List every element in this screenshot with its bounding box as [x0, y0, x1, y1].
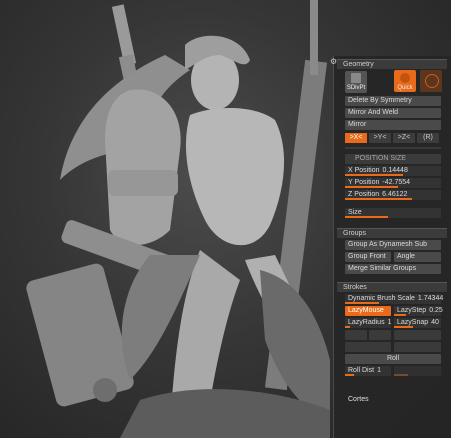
x-position-fill [345, 174, 403, 176]
disabled-roll-fill [394, 374, 409, 376]
lazyradius-fill [345, 326, 350, 328]
sphere-icon [425, 74, 439, 88]
lazysnap-fill [394, 326, 413, 328]
disabled-stroke-button-4 [345, 342, 391, 352]
lazyradius-label: LazyRadius [348, 319, 385, 326]
lazystep-fill [394, 314, 406, 316]
geometry-section-header[interactable]: Geometry [337, 59, 447, 69]
dynamic-brush-scale-value: 1.74344 [417, 295, 444, 302]
size-slider[interactable]: Size [345, 208, 441, 218]
roll-dist-label: Roll Dist [348, 367, 375, 374]
lazysnap-label: LazySnap [397, 319, 429, 326]
cortes-menu[interactable]: Cortes [348, 396, 369, 403]
roll-button[interactable]: Roll [345, 354, 441, 364]
lazyradius-value: 1 [387, 319, 392, 326]
disabled-stroke-button-5 [394, 342, 441, 352]
y-position-fill [345, 186, 398, 188]
disabled-stroke-button-1 [345, 330, 367, 340]
roll-dist-fill [345, 374, 355, 376]
sdiv-label: SDivPt [346, 85, 366, 91]
x-position-value: 0.14448 [382, 167, 408, 174]
roll-dist-slider[interactable]: Roll Dist 1 [345, 366, 391, 376]
quick-label: Quick [397, 85, 413, 91]
divider [345, 147, 441, 149]
y-position-value: -42.7554 [382, 179, 411, 186]
mirror-button[interactable]: Mirror [345, 120, 441, 130]
z-position-label: Z Position [348, 191, 380, 198]
axis-y-toggle[interactable]: >Y< [369, 133, 391, 143]
roll-dist-value: 1 [377, 367, 381, 374]
lazysnap-slider[interactable]: LazySnap 40 [394, 318, 441, 328]
y-position-label: Y Position [348, 179, 380, 186]
group-front-button[interactable]: Group Front [345, 252, 391, 262]
quick-sphere-icon [400, 73, 410, 83]
lazysnap-value: 40 [431, 319, 439, 326]
lazystep-label: LazyStep [397, 307, 427, 314]
x-position-label: X Position [348, 167, 380, 174]
axis-r-toggle[interactable]: (R) [417, 133, 439, 143]
y-position-slider[interactable]: Y Position -42.7554 [345, 178, 441, 188]
axis-x-toggle[interactable]: >X< [345, 133, 367, 143]
size-label: Size [348, 209, 362, 216]
groups-section-header[interactable]: Groups [337, 228, 447, 238]
z-position-slider[interactable]: Z Position 6.46122 [345, 190, 441, 200]
disabled-stroke-button-2 [369, 330, 391, 340]
dynamic-brush-scale-fill [345, 302, 379, 304]
axis-z-toggle[interactable]: >Z< [393, 133, 415, 143]
sdiv-icon [351, 73, 361, 83]
disabled-roll-slider [394, 366, 441, 376]
group-as-dynamesh-sub-button[interactable]: Group As Dynamesh Sub [345, 240, 441, 250]
mirror-and-weld-button[interactable]: Mirror And Weld [345, 108, 441, 118]
merge-similar-groups-button[interactable]: Merge Similar Groups [345, 264, 441, 274]
dynamic-brush-scale-slider[interactable]: Dynamic Brush Scale 1.74344 [345, 294, 444, 304]
lazystep-value: 0.25 [429, 307, 443, 314]
position-size-header[interactable]: POSITION SIZE [345, 154, 441, 164]
tool-palette: ⚙ Geometry SDivPt Quick Delete By Symmet… [330, 56, 451, 438]
delete-by-symmetry-button[interactable]: Delete By Symmetry [345, 96, 441, 106]
strokes-section-header[interactable]: Strokes [337, 282, 447, 292]
z-position-fill [345, 198, 413, 200]
lazyradius-slider[interactable]: LazyRadius 1 [345, 318, 391, 328]
size-fill [345, 216, 389, 218]
x-position-slider[interactable]: X Position 0.14448 [345, 166, 441, 176]
dynamic-brush-scale-label: Dynamic Brush Scale [348, 295, 415, 302]
lazystep-slider[interactable]: LazyStep 0.25 [394, 306, 443, 316]
lazymouse-toggle[interactable]: LazyMouse [345, 306, 391, 316]
angle-button[interactable]: Angle [394, 252, 441, 262]
z-position-value: 6.46122 [382, 191, 408, 198]
disabled-stroke-button-3 [394, 330, 441, 340]
